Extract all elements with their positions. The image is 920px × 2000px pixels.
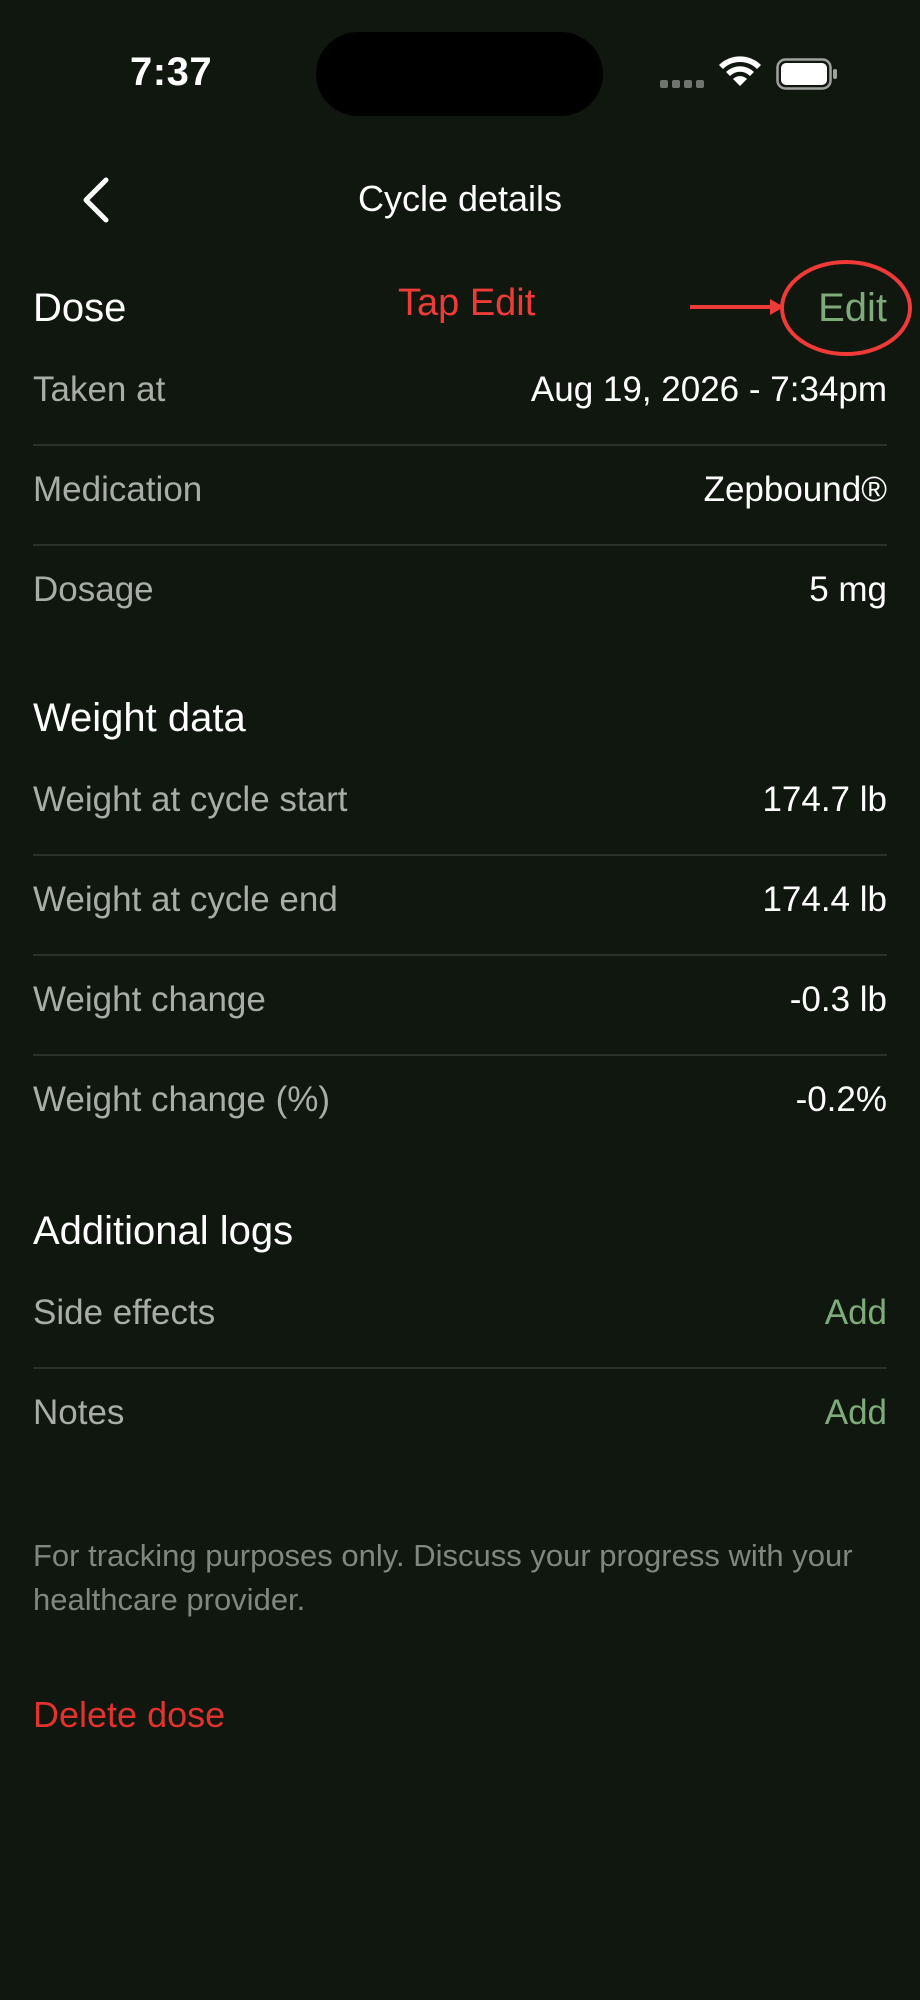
weight-section-title: Weight data (33, 696, 246, 740)
taken-at-row: Taken at Aug 19, 2026 - 7:34pm (33, 346, 887, 446)
weight-change-row: Weight change -0.3 lb (33, 956, 887, 1056)
edit-button[interactable]: Edit (818, 286, 887, 331)
cellular-signal-icon (660, 80, 704, 88)
wifi-icon (719, 56, 761, 86)
navigation-bar: Cycle details (0, 160, 920, 240)
add-notes-button[interactable]: Add (825, 1393, 887, 1433)
row-label: Weight change (%) (33, 1080, 331, 1119)
dynamic-island (316, 32, 603, 116)
dose-section-title: Dose (33, 286, 127, 330)
row-label: Side effects (33, 1293, 216, 1332)
weight-end-row: Weight at cycle end 174.4 lb (33, 856, 887, 956)
tap-edit-hint: Tap Edit (398, 282, 536, 324)
medication-row: Medication Zepbound® (33, 446, 887, 546)
battery-icon (776, 58, 837, 90)
weight-change-percent-row: Weight change (%) -0.2% (33, 1056, 887, 1156)
row-value: Aug 19, 2026 - 7:34pm (530, 370, 887, 409)
row-value: Zepbound® (703, 470, 887, 509)
row-value: -0.3 lb (789, 980, 887, 1019)
row-label: Notes (33, 1393, 125, 1432)
row-label: Weight at cycle start (33, 780, 348, 819)
row-label: Dosage (33, 570, 154, 609)
row-value: -0.2% (795, 1080, 887, 1119)
status-bar: 7:37 (0, 0, 920, 150)
delete-dose-button[interactable]: Delete dose (33, 1694, 225, 1736)
row-label: Weight change (33, 980, 266, 1019)
add-side-effects-button[interactable]: Add (825, 1293, 887, 1333)
row-value: 5 mg (809, 570, 887, 609)
row-value: 174.7 lb (762, 780, 887, 819)
dosage-row: Dosage 5 mg (33, 546, 887, 646)
disclaimer-text: For tracking purposes only. Discuss your… (33, 1538, 853, 1617)
additional-logs-title: Additional logs (33, 1209, 294, 1253)
row-label: Medication (33, 470, 203, 509)
row-label: Weight at cycle end (33, 880, 338, 919)
notes-row[interactable]: Notes Add (33, 1369, 887, 1469)
row-value: 174.4 lb (762, 880, 887, 919)
page-title: Cycle details (357, 178, 563, 219)
status-time: 7:37 (130, 50, 213, 94)
side-effects-row[interactable]: Side effects Add (33, 1269, 887, 1369)
row-label: Taken at (33, 370, 166, 409)
weight-start-row: Weight at cycle start 174.7 lb (33, 756, 887, 856)
